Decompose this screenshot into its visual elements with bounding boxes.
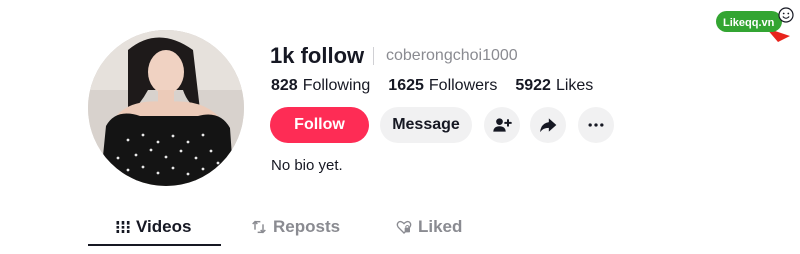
profile-stats: 828 Following 1625 Followers 5922 Likes <box>271 76 593 96</box>
tab-liked-label: Liked <box>418 217 463 236</box>
heart-lock-icon <box>396 220 412 234</box>
stat-following[interactable]: 828 Following <box>271 76 370 96</box>
grid-icon <box>116 221 130 233</box>
profile-tabs: Videos Reposts Liked <box>88 210 468 246</box>
profile-avatar[interactable] <box>88 30 244 186</box>
followers-label: Followers <box>428 77 498 94</box>
likeqq-logo: Likeqq.vn <box>716 7 794 42</box>
avatar-photo <box>88 30 244 186</box>
likes-count: 5922 <box>515 77 551 94</box>
following-label: Following <box>302 77 371 94</box>
active-tab-indicator <box>88 244 221 246</box>
tab-reposts-label: Reposts <box>273 217 341 236</box>
following-count: 828 <box>271 77 298 94</box>
message-button[interactable]: Message <box>380 107 472 143</box>
tab-videos-label: Videos <box>136 217 192 236</box>
name-divider <box>373 47 374 65</box>
more-dots-icon <box>588 123 604 127</box>
likes-label: Likes <box>555 77 594 94</box>
tab-videos[interactable]: Videos <box>116 210 191 244</box>
more-button[interactable] <box>578 107 614 143</box>
profile-name: 1k follow <box>270 43 365 68</box>
likeqq-brand-text: Likeqq.vn <box>723 17 775 29</box>
follow-button[interactable]: Follow <box>270 107 369 143</box>
tab-liked[interactable]: Liked <box>396 210 462 244</box>
repost-icon <box>252 220 266 234</box>
likeqq-watermark: Likeqq.vn <box>714 6 794 42</box>
add-friend-button[interactable] <box>484 107 520 143</box>
stat-likes: 5922 Likes <box>515 76 593 96</box>
stat-followers[interactable]: 1625 Followers <box>388 76 497 96</box>
tab-reposts[interactable]: Reposts <box>251 210 340 244</box>
profile-bio: No bio yet. <box>271 157 343 174</box>
person-add-icon <box>493 118 512 132</box>
share-button[interactable] <box>530 107 566 143</box>
profile-handle: coberongchoi1000 <box>386 47 518 64</box>
followers-count: 1625 <box>388 77 424 94</box>
share-arrow-icon <box>540 118 557 133</box>
